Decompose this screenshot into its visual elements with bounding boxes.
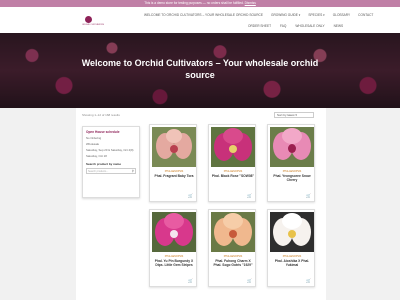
- cart-icon[interactable]: 🛒: [188, 194, 193, 198]
- product-image[interactable]: [211, 127, 255, 167]
- hero-title: Welcome to Orchid Cultivators – Your who…: [81, 58, 319, 80]
- nav-item-faq[interactable]: FAQ: [280, 24, 286, 28]
- nav-item-growing-guide[interactable]: GROWING GUIDE ▾: [271, 13, 300, 17]
- site-header: ORCHID CULTIVATORS WELCOME TO ORCHID CUL…: [0, 7, 400, 33]
- product-category[interactable]: PHALAENOPSIS: [268, 255, 316, 258]
- sidebar-title: Open House schedule: [86, 130, 120, 134]
- results-count: Showing 1–12 of 168 results: [82, 113, 120, 117]
- sidebar-widget: Open House schedule No Ordering Wholesal…: [82, 126, 140, 198]
- demo-store-message: This is a demo store for testing purpose…: [144, 1, 244, 5]
- product-name[interactable]: Phal. Yeongsoree Snow Cherry: [270, 174, 314, 182]
- product-image[interactable]: [270, 212, 314, 252]
- cart-icon[interactable]: 🛒: [247, 279, 252, 283]
- product-name[interactable]: Phal. Fuhong Charm X Phal. Sogo Gotris "…: [211, 259, 255, 267]
- cart-icon[interactable]: 🛒: [188, 279, 193, 283]
- product-card[interactable]: PHALAENOPSIS Phal. Aioshika X Phal. Yuki…: [267, 209, 315, 287]
- cart-icon[interactable]: 🛒: [247, 194, 252, 198]
- product-category[interactable]: PHALAENOPSIS: [150, 255, 198, 258]
- product-category[interactable]: PHALAENOPSIS: [150, 170, 198, 173]
- nav-item-contact[interactable]: CONTACT: [358, 13, 373, 17]
- product-card[interactable]: PHALAENOPSIS Phal. Yu Pin Burgundy X Dtp…: [149, 209, 197, 287]
- primary-nav: WELCOME TO ORCHID CULTIVATORS – YOUR WHO…: [144, 13, 373, 17]
- nav-item-welcome[interactable]: WELCOME TO ORCHID CULTIVATORS – YOUR WHO…: [144, 13, 263, 17]
- cart-icon[interactable]: 🛒: [306, 279, 311, 283]
- product-card[interactable]: PHALAENOPSIS Phal. Yeongsoree Snow Cherr…: [267, 124, 315, 202]
- product-card[interactable]: PHALAENOPSIS Phal. Fuhong Charm X Phal. …: [208, 209, 256, 287]
- search-heading: Search product by name: [86, 162, 122, 166]
- product-card[interactable]: PHALAENOPSIS Phal. Black Rose "SOW08" 🛒: [208, 124, 256, 202]
- nav-item-news[interactable]: NEWS: [334, 24, 344, 28]
- sidebar-line: Saturday, Sep 20 & Saturday, Oct 4(9): [86, 148, 134, 152]
- product-card[interactable]: PHALAENOPSIS Phal. Fragrant Baby Tora 🛒: [149, 124, 197, 202]
- sidebar-line: Wholesale: [86, 142, 100, 146]
- product-search-input[interactable]: Search products... ⚲: [86, 168, 136, 174]
- product-image[interactable]: [152, 127, 196, 167]
- product-image[interactable]: [211, 212, 255, 252]
- nav-item-wholesale-only[interactable]: WHOLESALE ONLY: [295, 24, 324, 28]
- nav-item-order-sheet[interactable]: ORDER SHEET: [248, 24, 271, 28]
- orchid-logo-icon: [84, 16, 92, 23]
- product-image[interactable]: [152, 212, 196, 252]
- product-name[interactable]: Phal. Fragrant Baby Tora: [152, 174, 196, 178]
- product-category[interactable]: PHALAENOPSIS: [209, 170, 257, 173]
- logo-text: ORCHID CULTIVATORS: [82, 24, 104, 26]
- secondary-nav: ORDER SHEET FAQ WHOLESALE ONLY NEWS: [248, 24, 343, 28]
- cart-icon[interactable]: 🛒: [306, 194, 311, 198]
- product-category[interactable]: PHALAENOPSIS: [268, 170, 316, 173]
- sidebar-line: No Ordering: [86, 136, 102, 140]
- hero-banner: Welcome to Orchid Cultivators – Your who…: [0, 33, 400, 108]
- product-name[interactable]: Phal. Black Rose "SOW08": [211, 174, 255, 178]
- nav-item-species[interactable]: SPECIES ▾: [308, 13, 324, 17]
- sidebar-line: Saturday, Oct 18: [86, 154, 107, 158]
- site-logo[interactable]: ORCHID CULTIVATORS: [82, 16, 104, 30]
- product-name[interactable]: Phal. Aioshika X Phal. Yukimai: [270, 259, 314, 267]
- nav-item-glossary[interactable]: GLOSSARY: [333, 13, 350, 17]
- product-category[interactable]: PHALAENOPSIS: [209, 255, 257, 258]
- search-icon[interactable]: ⚲: [132, 169, 134, 174]
- sort-select[interactable]: Sort by latest ▾: [274, 112, 314, 118]
- dismiss-link[interactable]: Dismiss: [245, 1, 256, 5]
- product-image[interactable]: [270, 127, 314, 167]
- product-name[interactable]: Phal. Yu Pin Burgundy X Dtps. Little Gem…: [152, 259, 196, 267]
- search-placeholder: Search products...: [88, 170, 109, 173]
- demo-store-notice: This is a demo store for testing purpose…: [0, 0, 400, 7]
